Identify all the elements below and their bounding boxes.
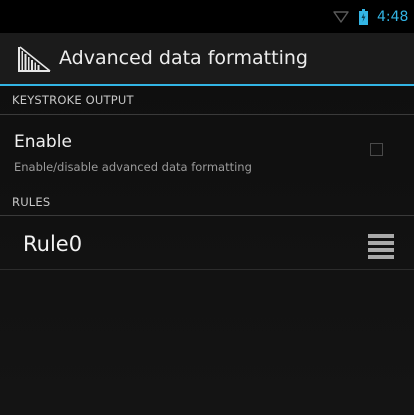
section-header-rules: RULES — [12, 195, 51, 209]
section-divider — [0, 114, 414, 115]
enable-title: Enable — [14, 132, 72, 152]
status-bar: 4:48 — [0, 0, 414, 33]
screen: 4:48 Advanced data formatting KEYSTROKE … — [0, 0, 414, 415]
status-time: 4:48 — [377, 9, 409, 25]
row-divider — [0, 269, 414, 270]
action-bar-divider — [0, 84, 414, 86]
barcode-scanner-icon[interactable] — [17, 44, 51, 74]
page-title: Advanced data formatting — [59, 47, 308, 69]
battery-icon — [359, 9, 368, 25]
rule-label: Rule0 — [23, 232, 83, 256]
enable-checkbox[interactable] — [370, 143, 383, 156]
section-divider — [0, 215, 414, 216]
wifi-icon — [333, 11, 349, 23]
drag-handle-icon[interactable] — [368, 234, 394, 260]
section-header-keystroke-output: KEYSTROKE OUTPUT — [12, 93, 134, 107]
enable-summary: Enable/disable advanced data formatting — [14, 160, 252, 174]
